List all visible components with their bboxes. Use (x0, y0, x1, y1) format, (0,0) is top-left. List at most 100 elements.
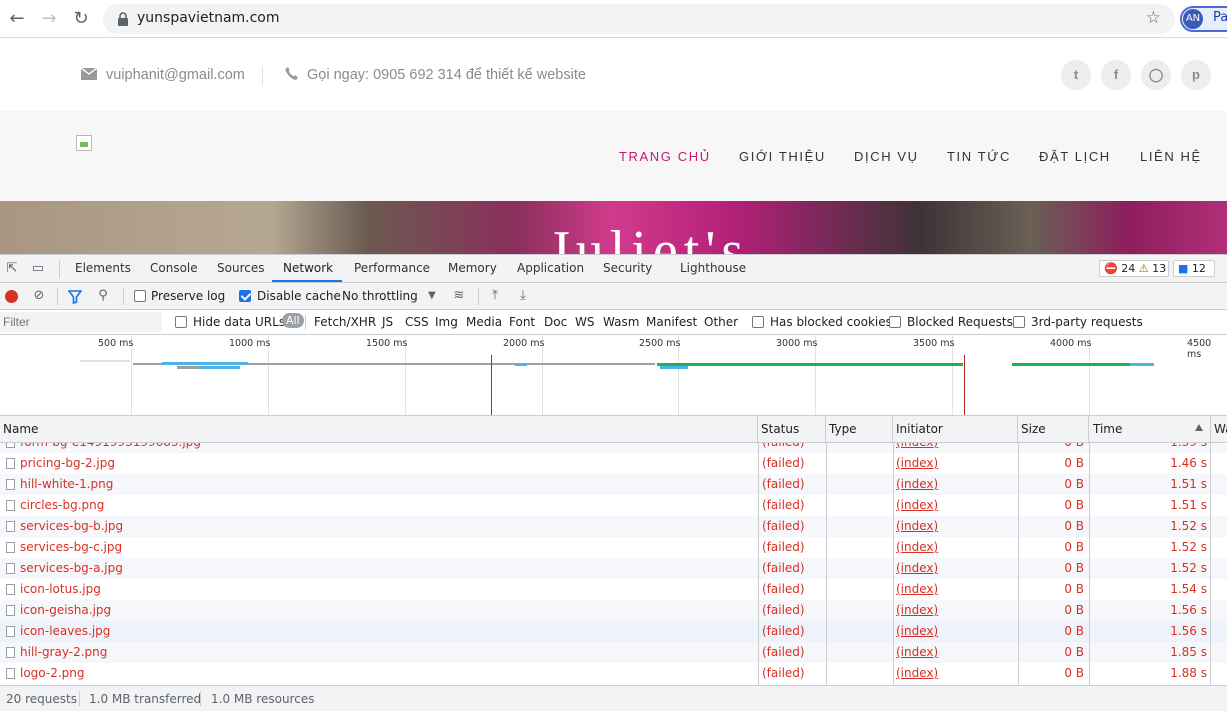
filter-type-img[interactable]: Img (435, 315, 458, 329)
file-icon (6, 584, 15, 595)
filter-input[interactable] (0, 312, 162, 332)
search-icon[interactable]: ⚲ (95, 288, 111, 304)
request-initiator[interactable]: (index) (896, 453, 1016, 474)
waterfall-bar (200, 366, 240, 369)
filter-type-doc[interactable]: Doc (544, 315, 567, 329)
table-row[interactable]: services-bg-a.jpg (failed) (index) 0 B 1… (0, 558, 1227, 579)
table-row[interactable]: logo-2.png (failed) (index) 0 B 1.88 s (0, 663, 1227, 684)
facebook-icon[interactable]: f (1101, 60, 1131, 90)
request-initiator[interactable]: (index) (896, 579, 1016, 600)
network-overview-timeline[interactable]: 500 ms 1000 ms 1500 ms 2000 ms 2500 ms 3… (0, 335, 1227, 416)
request-initiator[interactable]: (index) (896, 642, 1016, 663)
request-time: 1.46 s (1170, 456, 1207, 470)
table-row[interactable]: hill-gray-2.png (failed) (index) 0 B 1.8… (0, 642, 1227, 663)
bookmark-star-icon[interactable]: ☆ (1146, 8, 1161, 28)
request-initiator[interactable]: (index) (896, 474, 1016, 495)
menu-item-about[interactable]: GIỚI THIỆU (739, 149, 826, 164)
table-row[interactable]: icon-geisha.jpg (failed) (index) 0 B 1.5… (0, 600, 1227, 621)
menu-item-home[interactable]: TRANG CHỦ (619, 149, 711, 164)
filter-type-other[interactable]: Other (704, 315, 738, 329)
column-header-status[interactable]: Status (758, 416, 826, 443)
table-row[interactable]: hill-white-1.png (failed) (index) 0 B 1.… (0, 474, 1227, 495)
disable-cache-checkbox[interactable] (239, 290, 251, 302)
table-row[interactable]: icon-leaves.jpg (failed) (index) 0 B 1.5… (0, 621, 1227, 642)
request-initiator[interactable]: (index) (896, 537, 1016, 558)
third-party-checkbox[interactable] (1013, 316, 1025, 328)
tab-security[interactable]: Security (603, 261, 652, 275)
tab-sources[interactable]: Sources (217, 261, 264, 275)
broken-logo-image[interactable] (76, 135, 92, 151)
filter-type-font[interactable]: Font (509, 315, 535, 329)
forward-arrow-icon[interactable]: → (37, 7, 61, 31)
menu-item-news[interactable]: TIN TỨC (947, 149, 1011, 164)
request-status: (failed) (762, 477, 805, 491)
tab-network[interactable]: Network (283, 261, 333, 275)
tab-console[interactable]: Console (150, 261, 198, 275)
filter-type-ws[interactable]: WS (575, 315, 594, 329)
messages-counter[interactable]: ■ 12 (1173, 260, 1215, 277)
request-initiator[interactable]: (index) (896, 600, 1016, 621)
tab-elements[interactable]: Elements (75, 261, 131, 275)
pinterest-icon[interactable]: p (1181, 60, 1211, 90)
filter-type-css[interactable]: CSS (405, 315, 429, 329)
preserve-log-checkbox[interactable] (134, 290, 146, 302)
instagram-icon[interactable]: ◯ (1141, 60, 1171, 90)
table-row[interactable]: circles-bg.png (failed) (index) 0 B 1.51… (0, 495, 1227, 516)
column-divider (826, 443, 827, 685)
table-row[interactable]: services-bg-b.jpg (failed) (index) 0 B 1… (0, 516, 1227, 537)
request-initiator[interactable]: (index) (896, 621, 1016, 642)
column-header-name[interactable]: Name (0, 416, 758, 443)
menu-item-booking[interactable]: ĐẶT LỊCH (1039, 149, 1111, 164)
device-toolbar-icon[interactable]: ▭ (30, 261, 46, 277)
filter-type-fetch-xhr[interactable]: Fetch/XHR (314, 315, 376, 329)
filter-funnel-icon[interactable] (68, 290, 82, 304)
filter-type-media[interactable]: Media (466, 315, 502, 329)
chevron-down-icon[interactable]: ▼ (428, 290, 436, 301)
filter-type-all[interactable]: All (282, 313, 304, 328)
menu-item-services[interactable]: DỊCH VỤ (854, 149, 919, 164)
filter-type-js[interactable]: JS (382, 315, 393, 329)
reload-icon[interactable]: ↻ (69, 7, 93, 31)
request-initiator[interactable]: (index) (896, 443, 1016, 453)
export-har-icon[interactable]: ⤓ (515, 288, 531, 304)
back-arrow-icon[interactable]: ← (5, 7, 29, 31)
email-contact[interactable]: vuiphanit@gmail.com (81, 67, 245, 83)
address-bar[interactable]: yunspavietnam.com ☆ (103, 4, 1175, 34)
request-initiator[interactable]: (index) (896, 495, 1016, 516)
throttling-select[interactable]: No throttling (342, 289, 418, 303)
blocked-requests-checkbox[interactable] (889, 316, 901, 328)
profile-button[interactable]: AN Pa (1180, 6, 1227, 32)
tab-performance[interactable]: Performance (354, 261, 430, 275)
request-name: circles-bg.png (20, 498, 105, 512)
column-header-time[interactable]: Time (1090, 416, 1211, 443)
filter-type-wasm[interactable]: Wasm (603, 315, 639, 329)
toolbar-separator (57, 288, 58, 305)
tab-memory[interactable]: Memory (448, 261, 497, 275)
import-har-icon[interactable]: ⤒ (487, 288, 503, 304)
column-header-type[interactable]: Type (826, 416, 893, 443)
has-blocked-cookies-checkbox[interactable] (752, 316, 764, 328)
tab-lighthouse[interactable]: Lighthouse (680, 261, 746, 275)
request-time: 1.52 s (1170, 540, 1207, 554)
request-initiator[interactable]: (index) (896, 516, 1016, 537)
table-row[interactable]: services-bg-c.jpg (failed) (index) 0 B 1… (0, 537, 1227, 558)
filter-type-manifest[interactable]: Manifest (646, 315, 697, 329)
request-initiator[interactable]: (index) (896, 558, 1016, 579)
clear-icon[interactable]: ⊘ (31, 288, 47, 304)
column-header-size[interactable]: Size (1018, 416, 1089, 443)
tab-application[interactable]: Application (517, 261, 584, 275)
table-row[interactable]: icon-lotus.jpg (failed) (index) 0 B 1.54… (0, 579, 1227, 600)
column-header-waterfall[interactable]: Wa (1211, 416, 1227, 443)
network-conditions-icon[interactable]: ≋ (451, 288, 467, 304)
twitter-icon[interactable]: t (1061, 60, 1091, 90)
phone-contact[interactable]: Gọi ngay: 0905 692 314 để thiết kế websi… (285, 67, 586, 83)
table-row[interactable]: pricing-bg-2.jpg (failed) (index) 0 B 1.… (0, 453, 1227, 474)
inspect-element-icon[interactable]: ⇱ (4, 261, 20, 277)
column-header-initiator[interactable]: Initiator (893, 416, 1018, 443)
hide-data-urls-checkbox[interactable] (175, 316, 187, 328)
table-row[interactable]: form-bg-e1491993199683.jpg (failed) (ind… (0, 443, 1227, 453)
request-initiator[interactable]: (index) (896, 663, 1016, 684)
issues-counter[interactable]: ⛔ 24 ⚠ 13 (1099, 260, 1169, 277)
menu-item-contact[interactable]: LIÊN HỆ (1140, 149, 1202, 164)
record-icon[interactable] (5, 290, 18, 303)
